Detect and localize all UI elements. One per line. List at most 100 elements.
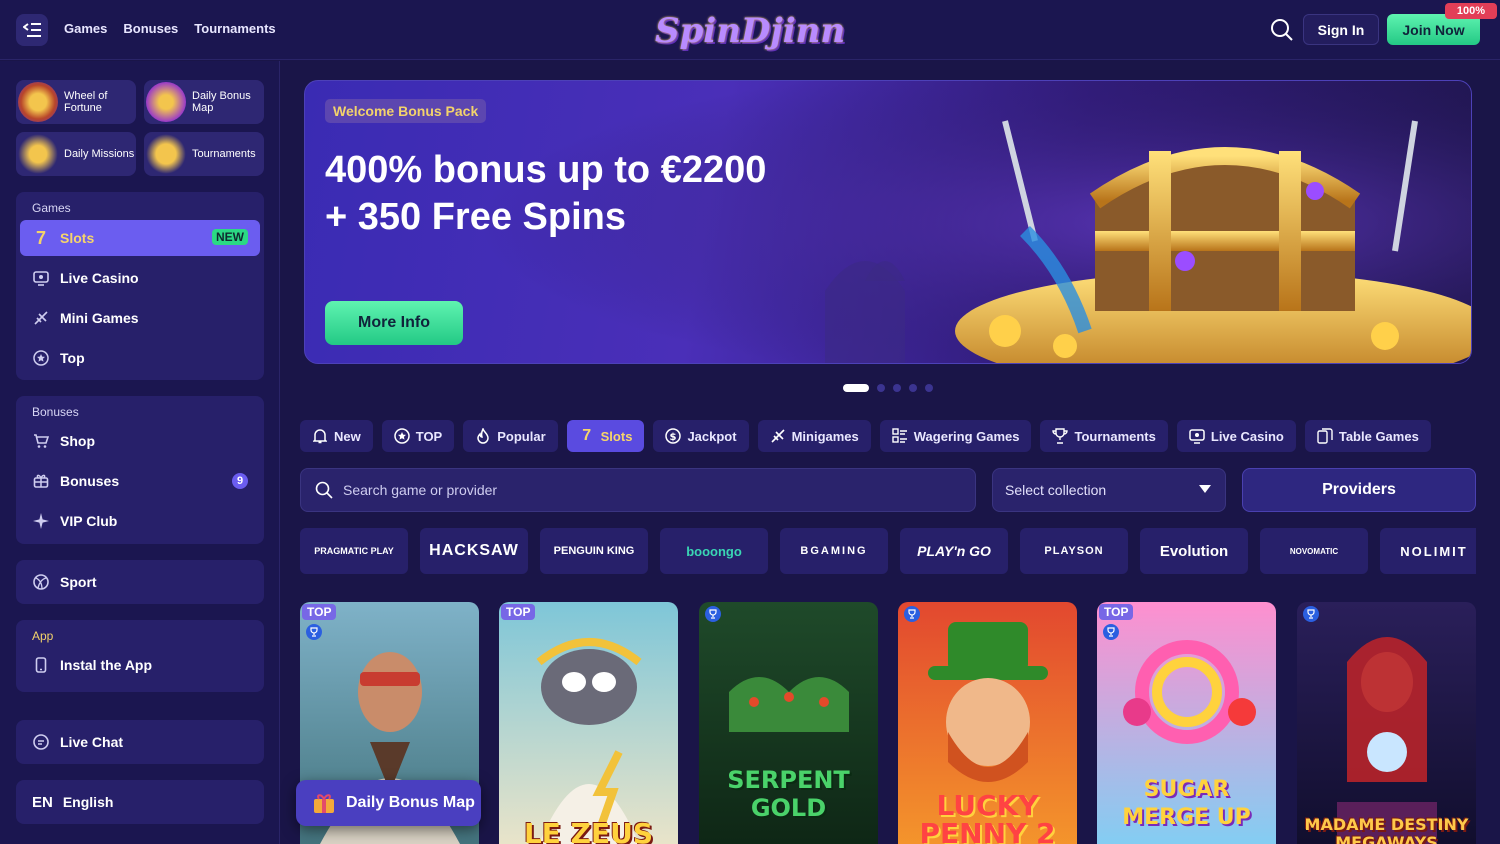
menu-collapse-icon — [23, 23, 41, 37]
app-panel: App Instal the App — [16, 620, 264, 692]
trophy-icon — [1052, 428, 1069, 444]
nav-bonuses[interactable]: Bonuses — [123, 21, 178, 36]
carousel-dot[interactable] — [909, 384, 917, 392]
provider-playson[interactable]: PLAYSON — [1020, 528, 1128, 574]
sidebar-item-top[interactable]: Top — [20, 340, 260, 376]
chat-icon — [32, 733, 50, 751]
promo-daily-bonus-map[interactable]: Daily Bonus Map — [144, 80, 264, 124]
bell-icon — [312, 428, 328, 444]
provider-bgaming[interactable]: BGAMING — [780, 528, 888, 574]
provider-penguin-king[interactable]: PENGUIN KING — [540, 528, 648, 574]
sidebar-item-shop[interactable]: Shop — [20, 423, 260, 459]
sidebar-item-live-chat[interactable]: Live Chat — [20, 724, 260, 760]
game-search-input[interactable] — [343, 482, 943, 498]
sidebar-item-bonuses[interactable]: Bonuses 9 — [20, 463, 260, 499]
sidebar-item-slots[interactable]: 7 Slots NEW — [20, 220, 260, 256]
promo-daily-missions[interactable]: Daily Missions — [16, 132, 136, 176]
tab-live-casino[interactable]: Live Casino — [1176, 420, 1296, 452]
chevron-down-icon — [1199, 485, 1211, 493]
tab-minigames[interactable]: Minigames — [757, 420, 871, 452]
language-panel: EN English — [16, 780, 264, 824]
provider-nolimit[interactable]: NOLIMIT — [1380, 528, 1476, 574]
site-logo[interactable]: SpinDjinn — [655, 6, 845, 56]
hero-banner[interactable]: Welcome Bonus Pack 400% bonus up to €220… — [304, 80, 1472, 364]
game-title: MADAME DESTINY MEGAWAYS — [1304, 815, 1469, 844]
app-panel-title: App — [32, 629, 54, 643]
providers-button[interactable]: Providers — [1242, 468, 1476, 512]
trophy-icon — [904, 606, 920, 622]
trophy-icon — [705, 606, 721, 622]
carousel-dot[interactable] — [877, 384, 885, 392]
games-panel: Games 7 Slots NEW Live Casino Mini Games… — [16, 192, 264, 380]
wheel-icon — [18, 82, 58, 122]
tab-wagering-games[interactable]: Wagering Games — [879, 420, 1032, 452]
category-tabs: New TOP Popular 7 Slots $ Jackpot Minigame… — [300, 420, 1431, 452]
search-icon — [315, 481, 333, 499]
game-title: SUGAR MERGE UP — [1122, 777, 1251, 830]
provider-novomatic[interactable]: NOVOMATIC — [1260, 528, 1368, 574]
cards-icon — [1317, 428, 1333, 444]
tab-table-games[interactable]: Table Games — [1304, 420, 1431, 452]
gift-box-icon — [314, 794, 334, 813]
provider-evolution[interactable]: Evolution — [1140, 528, 1248, 574]
sidebar-item-live-casino[interactable]: Live Casino — [20, 260, 260, 296]
carousel-dots — [843, 384, 933, 392]
sidebar-item-install-app[interactable]: Instal the App — [20, 647, 260, 683]
search-icon[interactable] — [1270, 18, 1294, 42]
daily-bonus-map-button[interactable]: Daily Bonus Map — [296, 780, 481, 826]
coin-icon: $ — [665, 428, 682, 444]
provider-playngo[interactable]: PLAY'n GO — [900, 528, 1008, 574]
game-card[interactable]: TOP LE ZEUS — [499, 602, 678, 844]
nav-games[interactable]: Games — [64, 21, 107, 36]
game-card[interactable]: LUCKY PENNY 2 — [898, 602, 1077, 844]
tab-jackpot[interactable]: $ Jackpot — [653, 420, 749, 452]
tab-new[interactable]: New — [300, 420, 373, 452]
carousel-dot[interactable] — [893, 384, 901, 392]
hero-title: 400% bonus up to €2200 + 350 Free Spins — [325, 149, 767, 238]
bonuses-panel-title: Bonuses — [32, 405, 79, 419]
tab-popular[interactable]: Popular — [463, 420, 558, 452]
language-code: EN — [32, 793, 53, 811]
game-card[interactable]: MADAME DESTINY MEGAWAYS — [1297, 602, 1476, 844]
provider-pragmatic-play[interactable]: PRAGMATIC PLAY — [300, 528, 408, 574]
sidebar-item-sport[interactable]: Sport — [20, 564, 260, 600]
bonuses-count-badge: 9 — [232, 473, 248, 489]
games-panel-title: Games — [32, 201, 71, 215]
sidebar-item-vip-club[interactable]: VIP Club — [20, 503, 260, 539]
carousel-dot[interactable] — [925, 384, 933, 392]
language-selector[interactable]: EN English — [20, 784, 260, 820]
sidebar-item-mini-games[interactable]: Mini Games — [20, 300, 260, 336]
phone-icon — [32, 656, 50, 674]
top-badge: TOP — [1099, 604, 1134, 620]
game-title: SERPENT GOLD — [727, 766, 850, 822]
tab-tournaments[interactable]: Tournaments — [1040, 420, 1168, 452]
promo-tournaments[interactable]: Tournaments — [144, 132, 264, 176]
plane-icon — [32, 309, 50, 327]
carousel-dot[interactable] — [843, 384, 869, 392]
nav-tournaments[interactable]: Tournaments — [194, 21, 275, 36]
tab-slots[interactable]: 7 Slots — [566, 420, 645, 452]
sidebar: Wheel of Fortune Daily Bonus Map Daily M… — [0, 61, 280, 844]
tab-top[interactable]: TOP — [381, 420, 455, 452]
sign-in-button[interactable]: Sign In — [1303, 14, 1379, 45]
provider-hacksaw[interactable]: HACKSAW — [420, 528, 528, 574]
game-card[interactable]: TOP SUGAR MERGE UP — [1097, 602, 1276, 844]
promo-wheel-of-fortune[interactable]: Wheel of Fortune — [16, 80, 136, 124]
game-card[interactable]: SERPENT GOLD — [699, 602, 878, 844]
more-info-button[interactable]: More Info — [325, 301, 463, 345]
provider-booongo[interactable]: booongo — [660, 528, 768, 574]
game-search-field[interactable] — [300, 468, 976, 512]
sport-panel: Sport — [16, 560, 264, 604]
language-label: English — [62, 794, 114, 810]
sparkle-icon — [32, 512, 50, 530]
collection-select[interactable]: Select collection — [992, 468, 1226, 512]
cart-icon — [32, 432, 50, 450]
trophy-cup-icon — [146, 134, 186, 174]
game-title: LE ZEUS — [523, 817, 654, 844]
provider-logos: PRAGMATIC PLAY HACKSAW PENGUIN KING booo… — [300, 528, 1476, 574]
treasure-chest-icon — [146, 82, 186, 122]
live-casino-icon — [1189, 428, 1205, 444]
trophy-icon — [306, 624, 322, 640]
top-badge: TOP — [501, 604, 536, 620]
sidebar-toggle-button[interactable] — [16, 14, 48, 46]
